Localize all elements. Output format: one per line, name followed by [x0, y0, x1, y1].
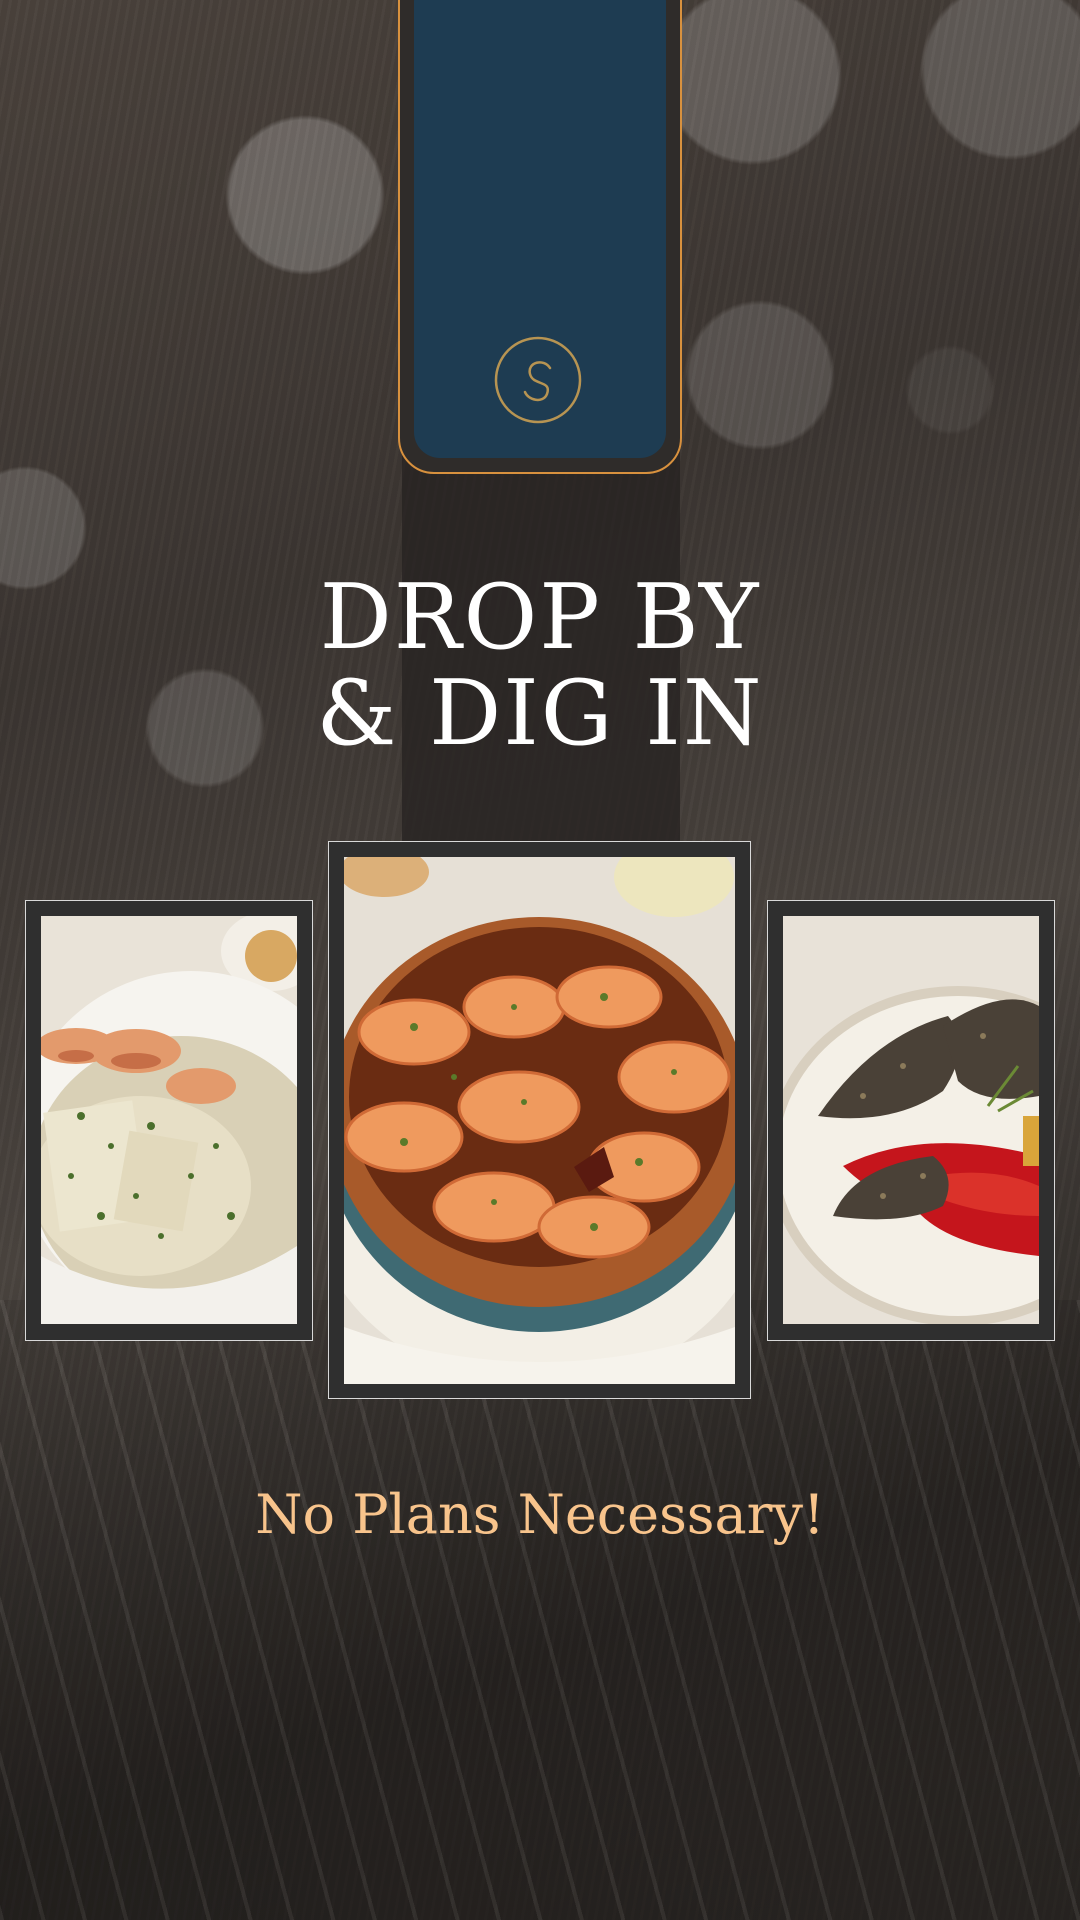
circled-s-logo-icon	[494, 336, 582, 424]
photo-frame-right	[767, 900, 1055, 1341]
headline-line-1: DROP BY	[319, 565, 761, 670]
tagline: No Plans Necessary!	[255, 1483, 825, 1546]
fish-cream-sauce-photo	[41, 916, 297, 1324]
headline: DROP BY & DIG IN	[240, 570, 840, 762]
headline-line-2: & DIG IN	[316, 661, 764, 766]
photo-frame-center	[328, 841, 751, 1399]
garlic-shrimp-photo	[344, 857, 735, 1384]
photo-frame-left	[25, 900, 313, 1341]
grilled-meat-photo	[783, 916, 1039, 1324]
